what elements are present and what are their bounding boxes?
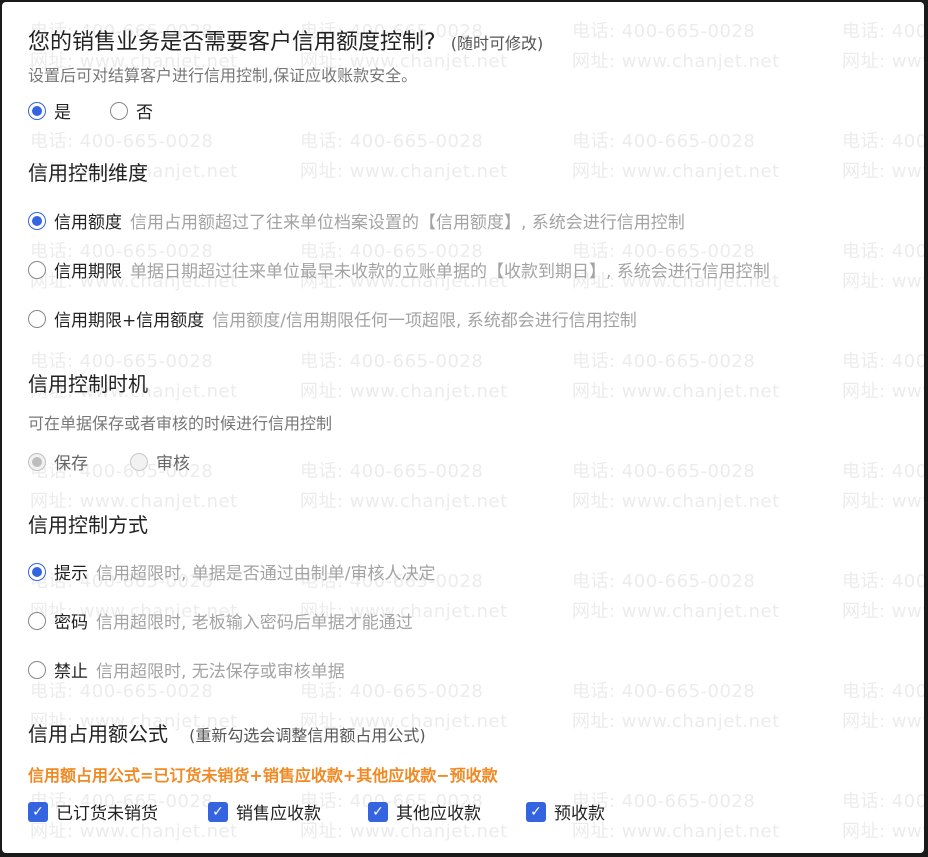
option-description: 信用超限时, 无法保存或审核单据 — [96, 662, 345, 682]
timing-option-save[interactable]: 保存 — [28, 449, 88, 474]
formula-heading: 信用占用额公式 (重新勾选会调整信用额占用公式) — [28, 718, 426, 747]
section-title-formula: 信用占用额公式 — [28, 722, 168, 746]
option-label: 提示 — [54, 564, 88, 584]
checkbox-label: 预收款 — [554, 804, 605, 824]
checkbox-label: 已订货未销货 — [56, 804, 158, 824]
option-label: 是 — [54, 103, 71, 123]
formula-text: 信用额占用公式=已订货未销货+销售应收款+其他应收款−预收款 — [28, 766, 498, 785]
method-option-password[interactable]: 密码 信用超限时, 老板输入密码后单据才能通过 — [28, 608, 413, 633]
section-title-method: 信用控制方式 — [28, 513, 148, 537]
section-title-dimension: 信用控制维度 — [28, 161, 148, 185]
option-description: 单据日期超过往来单位最早未收款的立账单据的【收款到期日】, 系统会进行信用控制 — [130, 262, 770, 282]
method-option-forbid[interactable]: 禁止 信用超限时, 无法保存或审核单据 — [28, 657, 345, 682]
radio-unchecked-icon[interactable] — [28, 309, 46, 328]
option-label: 信用额度 — [54, 213, 122, 233]
option-description: 信用占用额超过了往来单位档案设置的【信用额度】, 系统会进行信用控制 — [130, 213, 685, 233]
formula-title-note: (重新勾选会调整信用额占用公式) — [189, 726, 426, 745]
formula-check-sales-receivable[interactable]: ✓ 销售应收款 — [208, 799, 321, 824]
option-label: 信用期限+信用额度 — [54, 311, 205, 331]
radio-checked-icon[interactable] — [28, 101, 46, 120]
option-description: 信用额度/信用期限任何一项超限, 系统都会进行信用控制 — [212, 311, 637, 331]
option-label: 密码 — [54, 613, 88, 633]
radio-unchecked-icon[interactable] — [110, 101, 128, 120]
option-label: 审核 — [156, 454, 190, 474]
method-option-prompt[interactable]: 提示 信用超限时, 单据是否通过由制单/审核人决定 — [28, 559, 436, 584]
page-title-note: (随时可修改) — [450, 34, 544, 53]
section-title-timing: 信用控制时机 — [28, 372, 148, 396]
page-heading: 您的销售业务是否需要客户信用额度控制? (随时可修改) — [28, 24, 543, 56]
checkbox-checked-icon[interactable]: ✓ — [28, 801, 48, 822]
page-title: 您的销售业务是否需要客户信用额度控制? — [28, 30, 436, 55]
radio-checked-icon[interactable] — [28, 211, 46, 230]
option-description: 信用超限时, 单据是否通过由制单/审核人决定 — [96, 564, 436, 584]
page-subtitle: 设置后可对结算客户进行信用控制,保证应收账款安全。 — [28, 66, 418, 85]
radio-unchecked-icon[interactable] — [28, 611, 46, 630]
dimension-option-term-and-limit[interactable]: 信用期限+信用额度 信用额度/信用期限任何一项超限, 系统都会进行信用控制 — [28, 306, 637, 331]
option-label: 禁止 — [54, 662, 88, 682]
option-description: 信用超限时, 老板输入密码后单据才能通过 — [96, 613, 413, 633]
radio-checked-disabled-icon[interactable] — [28, 452, 46, 471]
section-subtitle-timing: 可在单据保存或者审核的时候进行信用控制 — [28, 414, 333, 433]
enable-yes-option[interactable]: 是 — [28, 98, 71, 123]
dimension-option-credit-limit[interactable]: 信用额度 信用占用额超过了往来单位档案设置的【信用额度】, 系统会进行信用控制 — [28, 208, 685, 233]
timing-option-audit[interactable]: 审核 — [130, 449, 190, 474]
radio-unchecked-icon[interactable] — [28, 260, 46, 279]
checkbox-label: 其他应收款 — [396, 804, 481, 824]
option-label: 信用期限 — [54, 262, 122, 282]
checkbox-checked-icon[interactable]: ✓ — [208, 801, 228, 822]
formula-check-unsold-orders[interactable]: ✓ 已订货未销货 — [28, 799, 158, 824]
radio-checked-icon[interactable] — [28, 562, 46, 581]
option-label: 否 — [136, 103, 153, 123]
radio-unchecked-icon[interactable] — [28, 660, 46, 679]
formula-check-other-receivable[interactable]: ✓ 其他应收款 — [368, 799, 481, 824]
formula-check-advance-receipts[interactable]: ✓ 预收款 — [526, 799, 605, 824]
settings-content: 您的销售业务是否需要客户信用额度控制? (随时可修改) 设置后可对结算客户进行信… — [2, 2, 924, 853]
option-label: 保存 — [54, 454, 88, 474]
checkbox-label: 销售应收款 — [236, 804, 321, 824]
radio-unchecked-disabled-icon[interactable] — [130, 452, 148, 471]
credit-settings-panel: 电话: 400-665-0028 网址: www.chanjet.net 电话:… — [2, 2, 924, 853]
dimension-option-credit-term[interactable]: 信用期限 单据日期超过往来单位最早未收款的立账单据的【收款到期日】, 系统会进行… — [28, 257, 770, 282]
enable-no-option[interactable]: 否 — [110, 98, 153, 123]
checkbox-checked-icon[interactable]: ✓ — [368, 801, 388, 822]
checkbox-checked-icon[interactable]: ✓ — [526, 801, 546, 822]
